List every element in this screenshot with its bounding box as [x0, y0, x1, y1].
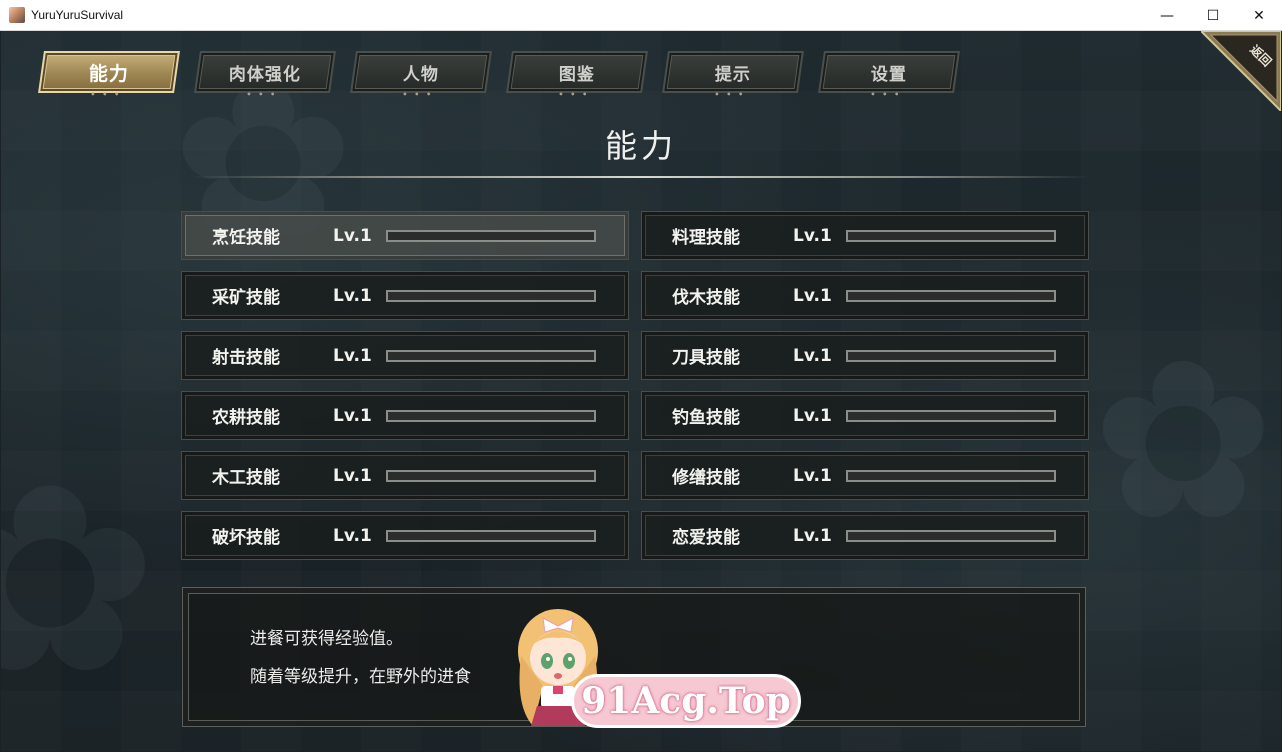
back-button[interactable]: 返回	[1199, 31, 1281, 113]
skill-name: 采矿技能	[212, 288, 280, 308]
skill-row[interactable]: 钓鱼技能 Lv.1	[641, 391, 1089, 440]
skill-row[interactable]: 射击技能 Lv.1	[181, 331, 629, 380]
skill-row[interactable]: 破坏技能 Lv.1	[181, 511, 629, 560]
skill-row[interactable]: 刀具技能 Lv.1	[641, 331, 1089, 380]
skill-level: Lv.1	[793, 525, 832, 546]
skill-name: 破坏技能	[212, 528, 280, 548]
skill-level: Lv.1	[793, 465, 832, 486]
tab-label: 能力	[88, 62, 129, 85]
skill-name: 射击技能	[212, 348, 280, 368]
skill-level: Lv.1	[333, 405, 372, 426]
skill-level: Lv.1	[793, 405, 832, 426]
tab-encyclopedia[interactable]: 图鉴 • • •	[506, 51, 648, 99]
skill-progress-bar	[846, 530, 1056, 542]
tab-label: 肉体强化	[229, 64, 301, 85]
tab-label: 设置	[871, 64, 907, 85]
skill-name: 刀具技能	[672, 348, 740, 368]
tab-settings[interactable]: 设置 • • •	[818, 51, 960, 99]
skill-name: 恋爱技能	[672, 528, 740, 548]
tab-dots: • • •	[246, 90, 278, 99]
skill-progress-bar	[846, 230, 1056, 242]
skill-level: Lv.1	[333, 525, 372, 546]
tab-tips[interactable]: 提示 • • •	[662, 51, 804, 99]
tab-characters[interactable]: 人物 • • •	[350, 51, 492, 99]
title-divider	[191, 176, 1091, 178]
skill-level: Lv.1	[793, 345, 832, 366]
skill-name: 钓鱼技能	[672, 408, 740, 428]
tab-label: 人物	[403, 64, 439, 85]
skill-row[interactable]: 木工技能 Lv.1	[181, 451, 629, 500]
sakura-decoration-icon: ✿	[1, 430, 159, 732]
skill-progress-bar	[846, 410, 1056, 422]
skill-row[interactable]: 烹饪技能 Lv.1	[181, 211, 629, 260]
skill-name: 木工技能	[212, 468, 280, 488]
skill-level: Lv.1	[333, 285, 372, 306]
tab-dots: • • •	[714, 90, 746, 99]
skill-name: 农耕技能	[212, 408, 280, 428]
corner-triangle-icon	[1199, 31, 1281, 113]
tab-dots: • • •	[558, 90, 590, 99]
skill-row[interactable]: 伐木技能 Lv.1	[641, 271, 1089, 320]
skill-row[interactable]: 采矿技能 Lv.1	[181, 271, 629, 320]
skill-row[interactable]: 料理技能 Lv.1	[641, 211, 1089, 260]
skill-progress-bar	[386, 350, 596, 362]
skill-row[interactable]: 修缮技能 Lv.1	[641, 451, 1089, 500]
skill-level: Lv.1	[793, 225, 832, 246]
tab-body-enhance[interactable]: 肉体强化 • • •	[194, 51, 336, 99]
skill-level: Lv.1	[793, 285, 832, 306]
tab-label: 图鉴	[559, 64, 595, 85]
watermark-badge: 91Acg.Top	[571, 674, 801, 728]
window-title: YuruYuruSurvival	[31, 8, 124, 22]
skill-level: Lv.1	[333, 465, 372, 486]
tab-ability[interactable]: 能力 • • •	[38, 51, 180, 99]
skill-progress-bar	[846, 470, 1056, 482]
window-titlebar: YuruYuruSurvival — ☐ ✕	[0, 0, 1282, 31]
skill-progress-bar	[386, 530, 596, 542]
close-button[interactable]: ✕	[1236, 0, 1282, 31]
skill-level: Lv.1	[333, 225, 372, 246]
window-controls: — ☐ ✕	[1144, 0, 1282, 31]
description-line: 进餐可获得经验值。	[250, 629, 403, 649]
skill-level: Lv.1	[333, 345, 372, 366]
minimize-button[interactable]: —	[1144, 0, 1190, 31]
page-title: 能力	[604, 127, 677, 165]
skill-progress-bar	[846, 290, 1056, 302]
skill-progress-bar	[386, 230, 596, 242]
skill-progress-bar	[386, 290, 596, 302]
tab-dots: • • •	[402, 90, 434, 99]
tab-label: 提示	[715, 64, 751, 85]
skill-name: 烹饪技能	[212, 228, 280, 248]
skill-row[interactable]: 农耕技能 Lv.1	[181, 391, 629, 440]
tab-dots: • • •	[90, 90, 122, 99]
skill-row[interactable]: 恋爱技能 Lv.1	[641, 511, 1089, 560]
tab-bar: 能力 • • • 肉体强化 • • • 人物 • • • 图鉴 • • • 提示 • • …	[38, 51, 960, 99]
maximize-button[interactable]: ☐	[1190, 0, 1236, 31]
skill-name: 修缮技能	[672, 468, 740, 488]
sakura-decoration-icon: ✿	[1091, 313, 1276, 569]
description-line: 随着等级提升，在野外的进食	[250, 667, 471, 687]
game-screen: ✿ ✿ ✿ 能力 • • • 肉体强化 • • • 人物 • • • 图鉴 • • • …	[1, 31, 1281, 751]
skill-progress-bar	[846, 350, 1056, 362]
skill-name: 伐木技能	[672, 288, 740, 308]
skill-name: 料理技能	[672, 228, 740, 248]
app-icon	[9, 7, 25, 23]
skill-progress-bar	[386, 410, 596, 422]
skill-progress-bar	[386, 470, 596, 482]
tab-dots: • • •	[870, 90, 902, 99]
